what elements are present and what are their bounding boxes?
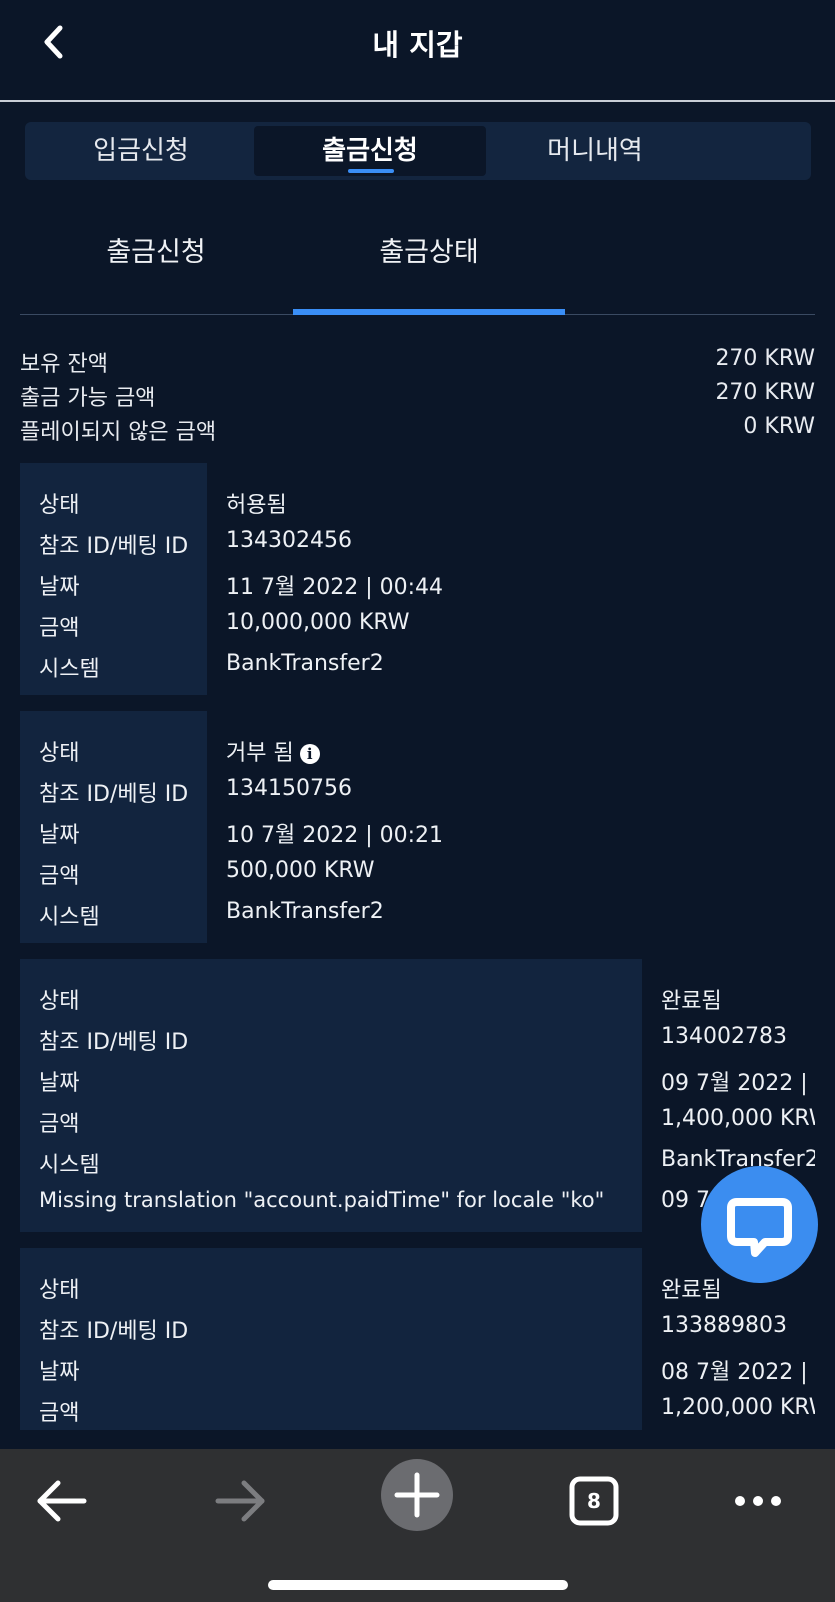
- date-label: 날짜: [39, 1360, 80, 1385]
- tab-deposit-request[interactable]: 입금신청: [25, 126, 257, 176]
- date-value: 08 7월 2022 | 0: [661, 1360, 815, 1385]
- status-label: 상태: [39, 989, 80, 1014]
- summary-withdrawable: 출금 가능 금액 270 KRW: [20, 380, 815, 414]
- app-header: 내 지갑: [0, 0, 835, 102]
- summary-label: 출금 가능 금액: [20, 386, 156, 411]
- chat-bubble-icon: [727, 1198, 792, 1257]
- tab-money-history[interactable]: 머니내역: [479, 126, 711, 176]
- active-tab-indicator: [348, 169, 394, 173]
- ref-value: 134150756: [226, 776, 352, 801]
- system-label: 시스템: [39, 657, 100, 682]
- ref-value: 133889803: [661, 1313, 787, 1338]
- tab-withdraw-request[interactable]: 출금신청: [254, 126, 486, 176]
- arrow-left-icon: [37, 1480, 87, 1522]
- tab-label: 출금신청: [322, 136, 418, 166]
- amount-label: 금액: [39, 1401, 80, 1426]
- status-label: 상태: [39, 493, 80, 518]
- status-value: 완료됨: [661, 989, 722, 1014]
- summary-value: 270 KRW: [715, 380, 815, 405]
- ref-value: 134302456: [226, 528, 352, 553]
- date-value: 10 7월 2022 | 00:21: [226, 823, 444, 848]
- summary-label: 플레이되지 않은 금액: [20, 420, 217, 445]
- more-options-button[interactable]: [722, 1465, 794, 1537]
- wallet-tabs: 입금신청 출금신청 머니내역: [25, 122, 811, 180]
- amount-value: 1,200,000 KRW: [661, 1395, 815, 1420]
- ref-label: 참조 ID/베팅 ID: [39, 782, 189, 807]
- info-icon[interactable]: i: [299, 744, 320, 764]
- subtab-withdraw-status[interactable]: 출금상태: [293, 230, 565, 269]
- summary-value: 0 KRW: [743, 414, 815, 439]
- system-value: BankTransfer2: [226, 651, 384, 676]
- subtab-active-indicator: [293, 309, 565, 315]
- tab-switcher-button[interactable]: 8: [558, 1465, 630, 1537]
- status-label: 상태: [39, 1278, 80, 1303]
- ref-label: 참조 ID/베팅 ID: [39, 534, 189, 559]
- summary-balance: 보유 잔액 270 KRW: [20, 346, 815, 380]
- amount-value: 500,000 KRW: [226, 858, 375, 883]
- status-value: 거부 됨: [226, 741, 294, 766]
- amount-label: 금액: [39, 616, 80, 641]
- system-label: 시스템: [39, 905, 100, 930]
- date-label: 날짜: [39, 1071, 80, 1096]
- home-indicator: [268, 1580, 568, 1590]
- amount-label: 금액: [39, 1112, 80, 1137]
- date-label: 날짜: [39, 823, 80, 848]
- system-value: BankTransfer2: [226, 899, 384, 924]
- amount-value: 1,400,000 KRW: [661, 1106, 815, 1131]
- amount-label: 금액: [39, 864, 80, 889]
- summary-label: 보유 잔액: [20, 352, 108, 377]
- ref-label: 참조 ID/베팅 ID: [39, 1319, 189, 1344]
- paid-time-label: Missing translation "account.paidTime" f…: [39, 1188, 605, 1212]
- summary-unplayed: 플레이되지 않은 금액 0 KRW: [20, 414, 815, 448]
- status-value: 허용됨: [226, 493, 287, 518]
- page-title: 내 지갑: [372, 28, 463, 62]
- browser-back-button[interactable]: [26, 1465, 98, 1537]
- summary-value: 270 KRW: [715, 346, 815, 371]
- subtab-withdraw-request[interactable]: 출금신청: [20, 230, 292, 269]
- date-label: 날짜: [39, 575, 80, 600]
- live-chat-button[interactable]: [701, 1166, 818, 1283]
- system-label: 시스템: [39, 1153, 100, 1178]
- browser-forward-button[interactable]: [204, 1465, 276, 1537]
- arrow-right-icon: [215, 1480, 265, 1522]
- status-label: 상태: [39, 741, 80, 766]
- date-value: 09 7월 2022 | 0: [661, 1071, 815, 1096]
- new-tab-button[interactable]: [381, 1459, 453, 1531]
- plus-icon: [394, 1472, 440, 1518]
- more-dots-icon: [735, 1496, 781, 1506]
- ref-value: 134002783: [661, 1024, 787, 1049]
- ref-label: 참조 ID/베팅 ID: [39, 1030, 189, 1055]
- amount-value: 10,000,000 KRW: [226, 610, 410, 635]
- status-cell: 거부 됨i: [226, 735, 320, 775]
- date-value: 11 7월 2022 | 00:44: [226, 575, 444, 600]
- tab-count: 8: [587, 1489, 601, 1513]
